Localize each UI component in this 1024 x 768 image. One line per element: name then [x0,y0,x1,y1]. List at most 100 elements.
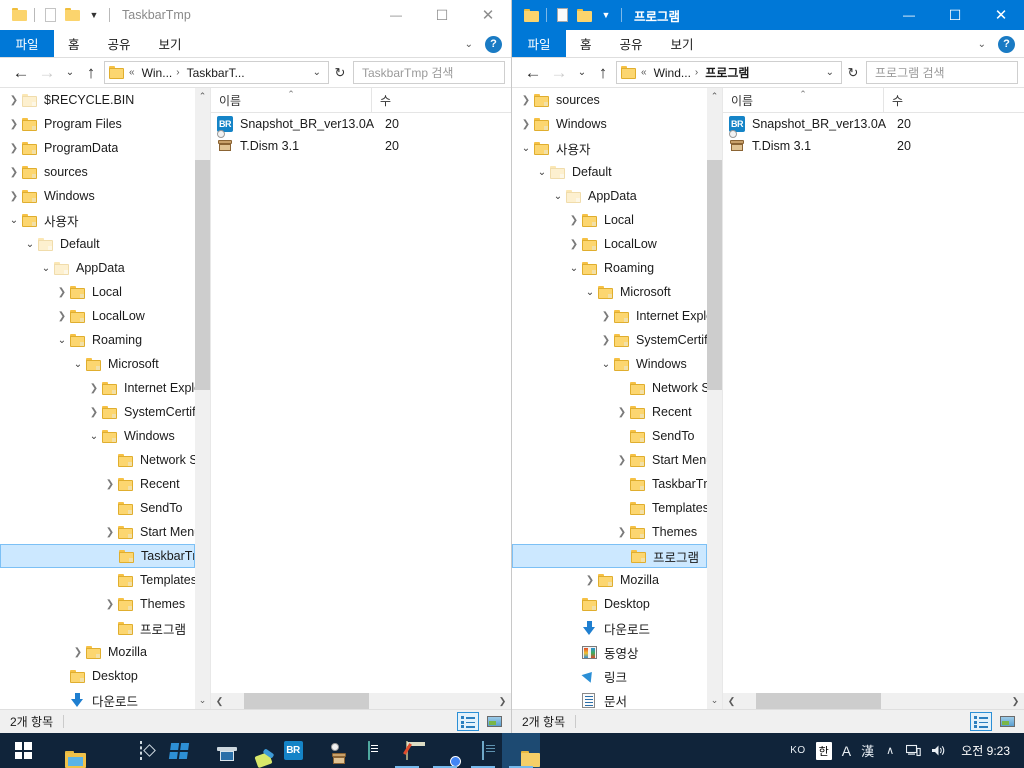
tree-item[interactable]: ❯ sources [0,160,195,184]
tree-item[interactable]: ❯ LocalLow [0,304,195,328]
chevron-right-icon[interactable]: ❯ [86,407,102,418]
tree-vertical-scrollbar-left[interactable]: ⌃ ⌄ [195,88,210,709]
tree-item[interactable]: ❯ Recent [512,400,707,424]
chevron-down-icon[interactable]: ⌄ [550,191,566,202]
volume-icon[interactable] [926,733,951,768]
tree-item[interactable]: SendTo [0,496,195,520]
taskbar-item-snipping-tool[interactable] [122,733,160,768]
tree-item[interactable]: ❯ Local [512,208,707,232]
scroll-up-button[interactable]: ⌃ [195,88,210,105]
address-bar-left[interactable]: ← → ⌄ ↑ « Win... › TaskbarT... ⌄ ↻ Taskb… [0,58,511,87]
tab-home[interactable]: 홈 [566,30,606,57]
chevron-right-icon[interactable]: ❯ [518,119,534,130]
scroll-left-button[interactable]: ❮ [723,693,740,709]
folder-tree-right[interactable]: ❯ sources ❯ Windows ⌄ 사용자 ⌄ Default ⌄ AppData ❯ Loc… [512,88,707,709]
file-list-item[interactable]: BR Snapshot_BR_ver13.0A 20 [211,113,511,135]
tree-item[interactable]: ❯ Local [0,280,195,304]
ribbon-tabs-right[interactable]: 파일 홈 공유 보기 ⌄ ? [512,30,1024,58]
chevron-right-icon[interactable]: ❯ [614,455,630,466]
tree-item[interactable]: ❯ LocalLow [512,232,707,256]
tree-item[interactable]: 다운로드 [512,616,707,640]
new-document-icon[interactable] [39,4,61,26]
tree-item[interactable]: 문서 [512,688,707,709]
taskbar-item-notepad-plus[interactable] [388,733,426,768]
taskbar-item-teal-app[interactable] [350,733,388,768]
taskbar-item-explorer-window[interactable] [502,733,540,768]
chevron-right-icon[interactable]: ❯ [518,95,534,106]
details-view-button[interactable] [970,712,992,731]
tree-item[interactable]: ❯ Mozilla [512,568,707,592]
ribbon-right-right[interactable]: ⌄ ? [972,30,1020,58]
scrollbar-thumb[interactable] [756,693,881,709]
tab-share[interactable]: 공유 [94,30,145,57]
taskbar-item-chrome[interactable] [426,733,464,768]
tree-vertical-scrollbar-right[interactable]: ⌃ ⌄ [707,88,722,709]
system-tray[interactable]: KO 한 A 漢 ∧ 오전 9:23 [785,733,1024,768]
maximize-button[interactable]: ☐ [419,0,465,30]
chevron-right-icon[interactable]: ❯ [582,575,598,586]
tab-file[interactable]: 파일 [512,30,566,57]
tray-ime-hanja[interactable]: 漢 [856,733,879,768]
tree-item[interactable]: 프로그램 [512,544,707,568]
minimize-button[interactable]: — [373,0,419,30]
chevron-down-icon[interactable]: ⌄ [459,39,479,50]
maximize-button[interactable]: ☐ [932,0,978,30]
breadcrumb-current[interactable]: TaskbarT... [187,66,245,80]
tree-item[interactable]: Templates [512,496,707,520]
new-document-icon[interactable] [551,4,573,26]
chevron-right-icon[interactable]: ❯ [614,527,630,538]
chevron-down-icon[interactable]: ▼ [83,4,105,26]
scroll-down-button[interactable]: ⌄ [707,692,722,709]
tree-item[interactable]: ❯ SystemCertificat [0,400,195,424]
search-input-right[interactable]: 프로그램 검색 [866,61,1018,84]
navigation-pane-left[interactable]: ❯ $RECYCLE.BIN ❯ Program Files ❯ ProgramData ❯… [0,88,211,709]
tab-view[interactable]: 보기 [657,30,708,57]
taskbar-item-macrium-reflect[interactable]: BR [274,733,312,768]
breadcrumb-root[interactable]: Wind... [654,66,691,80]
taskbar-item-paint-app[interactable] [236,733,275,768]
chevron-right-icon[interactable]: ❯ [102,479,118,490]
tree-item[interactable]: ⌄ Roaming [512,256,707,280]
file-horizontal-scrollbar-left[interactable]: ❮ ❯ [211,693,511,709]
tree-item[interactable]: SendTo [512,424,707,448]
chevron-down-icon[interactable]: ⌄ [582,287,598,298]
tree-item[interactable]: ❯ Themes [512,520,707,544]
tree-item[interactable]: Templates [0,568,195,592]
chevron-right-icon[interactable]: ❯ [6,143,22,154]
tree-item[interactable]: ❯ Internet Explorer [512,304,707,328]
ribbon-right-left[interactable]: ⌄ ? [459,30,507,58]
chevron-down-icon[interactable]: ⌄ [534,167,550,178]
close-button[interactable]: ✕ [978,0,1024,30]
caption-buttons-right[interactable]: — ☐ ✕ [886,0,1024,30]
chevron-right-icon[interactable]: ❯ [598,335,614,346]
column-header-name[interactable]: 이름 ⌃ [723,88,883,112]
tree-item[interactable]: ❯ $RECYCLE.BIN [0,88,195,112]
taskbar-item-firefox[interactable] [84,733,122,768]
scrollbar-thumb[interactable] [195,160,210,390]
tree-item[interactable]: ⌄ 사용자 [0,208,195,232]
file-list-right[interactable]: BR Snapshot_BR_ver13.0A 20 T.Dism 3.1 20 [723,113,1024,693]
tree-item[interactable]: ⌄ Roaming [0,328,195,352]
tree-item[interactable]: ❯ Themes [0,592,195,616]
tab-view[interactable]: 보기 [145,30,196,57]
breadcrumb-left[interactable]: « Win... › TaskbarT... ⌄ [104,61,329,84]
explorer-window-right[interactable]: ▼ 프로그램 — ☐ ✕ 파일 홈 공유 보기 ⌄ ? ← → ⌄ ↑ « Wi… [512,0,1024,733]
folder-tree-left[interactable]: ❯ $RECYCLE.BIN ❯ Program Files ❯ ProgramData ❯… [0,88,195,709]
tray-ime-alpha[interactable]: A [837,733,856,768]
show-hidden-icons-button[interactable]: ∧ [879,733,901,768]
clock[interactable]: 오전 9:23 [951,742,1018,759]
chevron-right-icon[interactable]: ❯ [86,383,102,394]
taskbar-items[interactable]: BR [46,733,540,768]
tree-item[interactable]: TaskbarTmp [512,472,707,496]
tree-item[interactable]: ❯ Mozilla [0,640,195,664]
chevron-down-icon[interactable]: ⌄ [308,67,326,78]
navigation-pane-right[interactable]: ❯ sources ❯ Windows ⌄ 사용자 ⌄ Default ⌄ AppData ❯ Loc… [512,88,723,709]
column-header-date[interactable]: 수 [371,88,511,112]
tree-item[interactable]: ❯ Start Menu [512,448,707,472]
chevron-down-icon[interactable]: ⌄ [86,431,102,442]
address-bar-right[interactable]: ← → ⌄ ↑ « Wind... › 프로그램 ⌄ ↻ 프로그램 검색 [512,58,1024,87]
chevron-down-icon[interactable]: ⌄ [518,143,534,154]
chevron-right-icon[interactable]: ❯ [54,311,70,322]
scrollbar-thumb[interactable] [707,160,722,390]
large-icons-view-button[interactable] [996,712,1018,731]
